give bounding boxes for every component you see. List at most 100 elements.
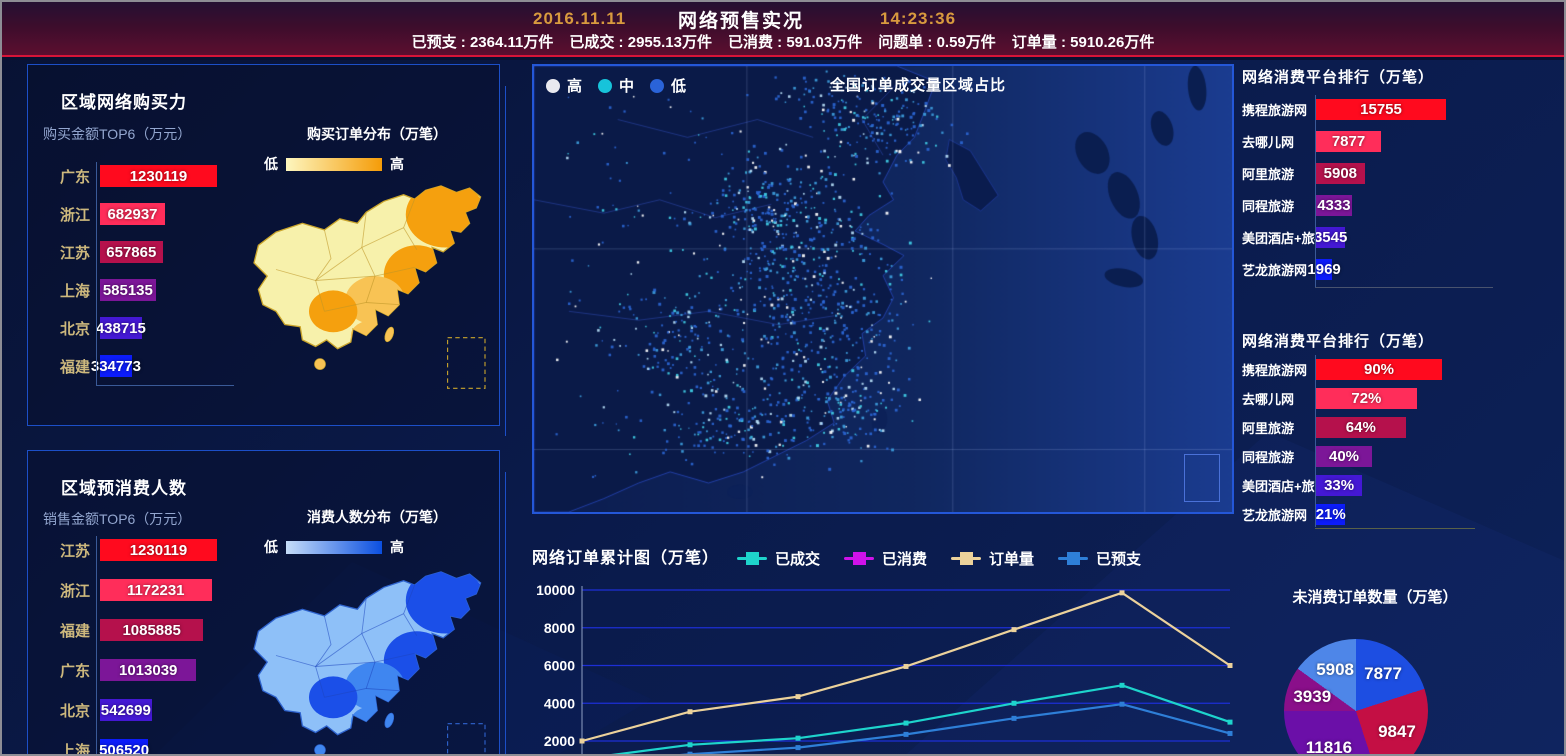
bar: 1085885 — [100, 619, 203, 641]
stat-value: 2955.13万件 — [628, 34, 712, 51]
bar-label: 同程旅游 — [1242, 196, 1312, 215]
map-title: 购买订单分布（万笔） — [262, 124, 492, 144]
bar: 64% — [1316, 417, 1406, 438]
bar-label: 广东 — [32, 660, 90, 681]
bar-value: 33% — [1324, 477, 1354, 494]
legend-label: 已消费 — [882, 548, 927, 569]
series-line-已预支 — [582, 704, 1230, 756]
bar-value: 3545 — [1314, 229, 1347, 246]
data-point — [1228, 731, 1233, 736]
legend-label: 已预支 — [1096, 548, 1141, 569]
bar-value: 1013039 — [119, 662, 177, 679]
header-stat: 问题单 : 0.59万件 — [878, 31, 996, 52]
bar-row: 美团酒店+旅游3545 — [1242, 227, 1446, 248]
bar: 1230119 — [100, 539, 217, 561]
bar-label: 去哪儿网 — [1242, 389, 1312, 408]
legend-marker-square — [746, 552, 759, 565]
bar-label: 浙江 — [32, 580, 90, 601]
legend-marker-icon — [1058, 552, 1088, 565]
y-tick-label: 6000 — [544, 658, 575, 674]
legend-low-label: 低 — [264, 537, 278, 557]
stat-value: 0.59万件 — [937, 34, 996, 51]
bar-chart-consume-top6: 江苏1230119浙江1172231福建1085885广东1013039北京54… — [32, 539, 217, 756]
panel-subtitle: 购买金额TOP6（万元） — [43, 124, 191, 144]
bar-row: 北京 542699 — [32, 699, 217, 721]
bar: 506520 — [100, 739, 148, 756]
map-legend-item: 低 — [650, 75, 686, 96]
bar-row: 江苏 657865 — [32, 241, 217, 263]
data-point — [1228, 663, 1233, 668]
bar-chart-platform-percent: 携程旅游网90%去哪儿网72%阿里旅游64%同程旅游40%美团酒店+旅游33%艺… — [1242, 359, 1442, 525]
legend-dot-icon — [546, 79, 560, 93]
legend-dot-icon — [598, 79, 612, 93]
stat-value: 5910.26万件 — [1070, 34, 1154, 51]
bar-value: 5908 — [1324, 165, 1357, 182]
bar-value: 542699 — [101, 702, 151, 719]
bar-label: 广东 — [32, 166, 90, 187]
bar: 1230119 — [100, 165, 217, 187]
axis-line — [1315, 528, 1475, 529]
bar-label: 上海 — [32, 280, 90, 301]
bar-label: 携程旅游网 — [1242, 360, 1312, 379]
bar: 33% — [1316, 475, 1362, 496]
data-point — [796, 694, 801, 699]
axis-line — [1315, 95, 1316, 287]
bar-value: 1230119 — [130, 168, 188, 185]
stat-separator: : — [457, 34, 470, 51]
data-point — [1012, 627, 1017, 632]
bar-row: 同程旅游4333 — [1242, 195, 1446, 216]
bar-row: 携程旅游网15755 — [1242, 99, 1446, 120]
gradient-legend-bar — [286, 541, 382, 554]
bar: 682937 — [100, 203, 165, 225]
bar-label: 江苏 — [32, 242, 90, 263]
data-point — [688, 742, 693, 747]
stat-label: 已消费 — [728, 34, 773, 51]
header: 2016.11.11 网络预售实况 14:23:36 已预支 : 2364.11… — [2, 2, 1564, 57]
legend-item: 订单量 — [951, 548, 1034, 569]
bar: 334773 — [100, 355, 132, 377]
panel-border-echo — [505, 472, 506, 756]
pie-slice-label: 7877 — [1364, 664, 1402, 684]
map-title: 消费人数分布（万笔） — [262, 507, 492, 527]
bar-row: 阿里旅游 5908 — [1242, 163, 1446, 184]
pie-slice-label: 3939 — [1293, 687, 1331, 707]
bar-value: 40% — [1329, 448, 1359, 465]
legend-dot-icon — [650, 79, 664, 93]
bar-label: 携程旅游网 — [1242, 100, 1312, 119]
data-point — [904, 732, 909, 737]
bar-label: 浙江 — [32, 204, 90, 225]
bar-chart-platform-volume: 携程旅游网15755去哪儿网7877阿里旅游5908同程旅游4333美团酒店+旅… — [1242, 99, 1446, 280]
bar: 1013039 — [100, 659, 196, 681]
bar: 4333 — [1316, 195, 1352, 216]
axis-line — [1315, 355, 1316, 527]
bar-label: 美团酒店+旅游 — [1242, 228, 1312, 247]
pie-chart-title: 未消费订单数量（万笔） — [1290, 586, 1460, 607]
bar-label: 北京 — [32, 700, 90, 721]
bar-value: 21% — [1316, 506, 1346, 523]
legend-marker-square — [960, 552, 973, 565]
bar-label: 福建 — [32, 356, 90, 377]
bar-label: 江苏 — [32, 540, 90, 561]
pie-slice-label: 11816 — [1306, 738, 1352, 756]
legend-label: 订单量 — [989, 548, 1034, 569]
line-chart-title: 网络订单累计图（万笔） — [532, 544, 719, 568]
header-stats: 已预支 : 2364.11万件已成交 : 2955.13万件已消费 : 591.… — [2, 31, 1564, 52]
data-point — [580, 739, 585, 744]
bar-label: 北京 — [32, 318, 90, 339]
data-point — [1228, 720, 1233, 725]
bar-row: 上海506520 — [32, 739, 217, 756]
bar: 657865 — [100, 241, 163, 263]
data-point — [796, 736, 801, 741]
bar-label: 阿里旅游 — [1242, 164, 1312, 183]
data-point — [796, 745, 801, 750]
pie-slice-label: 5908 — [1316, 660, 1354, 680]
orders-line-chart: 200040006000800010000 — [532, 576, 1234, 756]
line-chart-legend: 已成交已消费订单量已预支 — [737, 548, 1141, 569]
data-point — [1120, 590, 1125, 595]
bar-value: 1172231 — [127, 582, 185, 599]
legend-marker-icon — [844, 552, 874, 565]
bar-row: 携程旅游网90% — [1242, 359, 1442, 380]
data-point — [904, 664, 909, 669]
bar-value: 506520 — [99, 742, 149, 756]
national-order-map-panel: 高中低 全国订单成交量区域占比 — [532, 64, 1234, 514]
